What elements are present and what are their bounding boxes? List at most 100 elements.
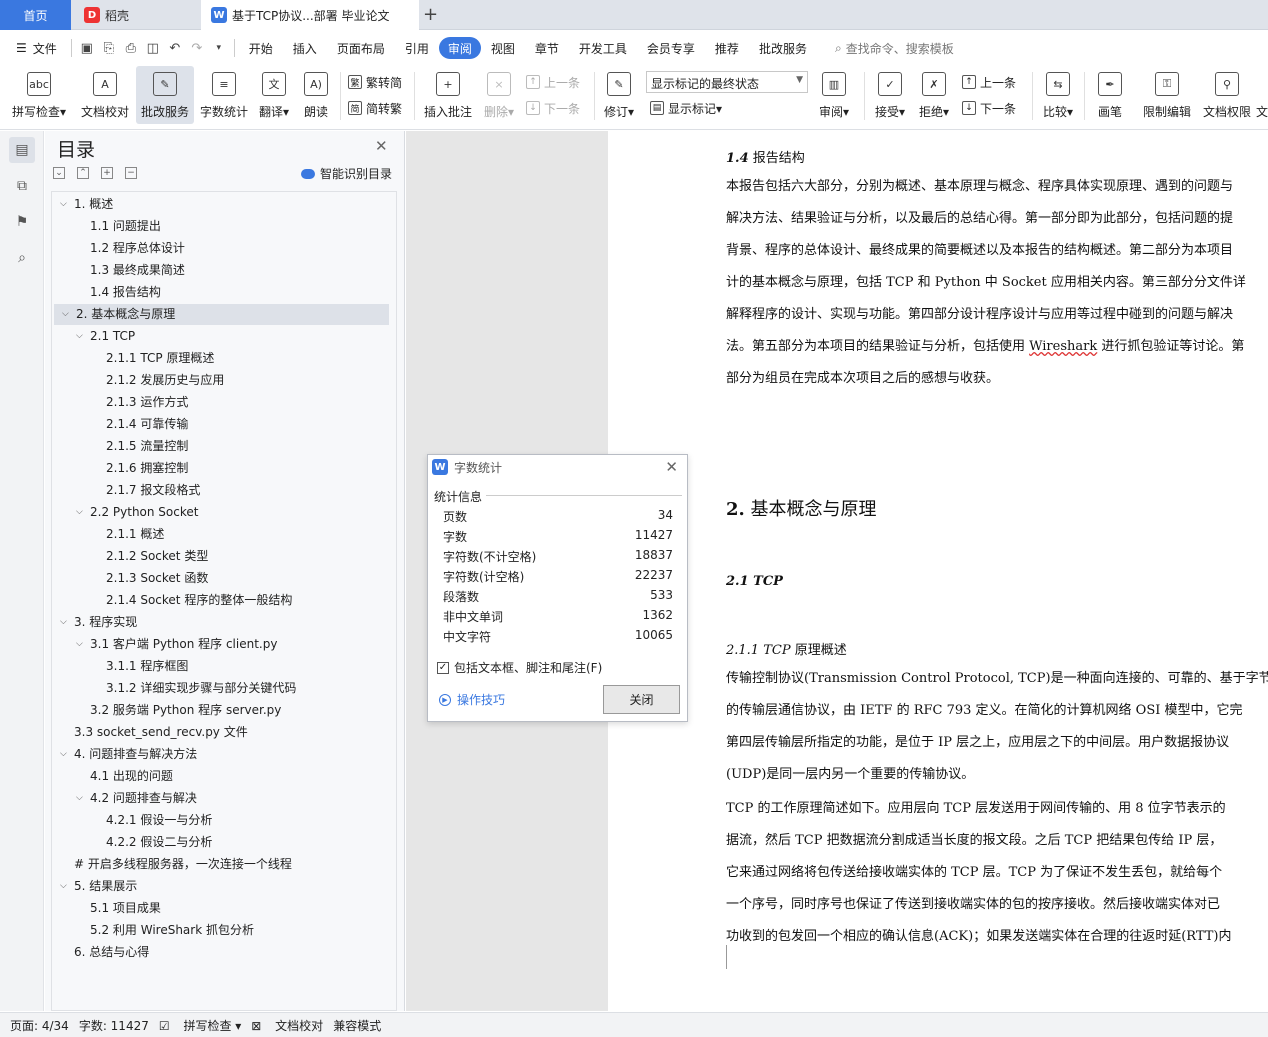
spelling-flagged-word[interactable]: Wireshark: [1029, 339, 1097, 354]
trad-to-simp-button[interactable]: 繁繁转简: [348, 72, 402, 92]
prev-comment-button[interactable]: ↑ 上一条: [526, 72, 580, 92]
chevron-down-icon[interactable]: ⌵: [60, 882, 69, 891]
restrict-edit-button[interactable]: ⚿ 限制编辑: [1140, 66, 1194, 124]
menu-item-6[interactable]: 章节: [525, 37, 569, 59]
undo-icon[interactable]: ↶: [164, 37, 186, 59]
expand-up-icon[interactable]: ⌃: [77, 167, 89, 179]
toc-item[interactable]: 2.1.4 可靠传输: [52, 414, 396, 435]
translate-button[interactable]: 文翻译▾: [254, 66, 294, 124]
command-search[interactable]: ⌕ 查找命令、搜索模板: [825, 37, 964, 59]
customize-dropdown-icon[interactable]: ▾: [208, 37, 230, 59]
menu-item-3[interactable]: 引用: [395, 37, 439, 59]
menu-item-1[interactable]: 插入: [283, 37, 327, 59]
chevron-down-icon[interactable]: ⌵: [60, 200, 69, 209]
save-icon[interactable]: ▣: [76, 37, 98, 59]
close-button[interactable]: 关闭: [603, 685, 680, 714]
next-comment-button[interactable]: ↓ 下一条: [526, 98, 580, 118]
toc-item[interactable]: 4.1 出现的问题: [52, 766, 396, 787]
review-service-button[interactable]: ✎ 批改服务: [136, 66, 194, 124]
review-pane-button[interactable]: ▥ 审阅▾: [814, 66, 854, 124]
markup-mode-select[interactable]: 显示标记的最终状态 ▼: [646, 71, 808, 93]
menu-item-9[interactable]: 推荐: [705, 37, 749, 59]
menu-item-2[interactable]: 页面布局: [327, 37, 395, 59]
toc-item[interactable]: 6. 总结与心得: [52, 942, 396, 963]
toc-item[interactable]: 2.1.4 Socket 程序的整体一般结构: [52, 590, 396, 611]
delete-comment-button[interactable]: × 删除▾: [480, 66, 518, 124]
toc-item[interactable]: 4.2.1 假设一与分析: [52, 810, 396, 831]
close-icon[interactable]: ✕: [665, 458, 678, 476]
print-icon[interactable]: ⎙: [120, 37, 142, 59]
toc-item[interactable]: 3.3 socket_send_recv.py 文件: [52, 722, 396, 743]
toc-item[interactable]: 1.3 最终成果简述: [52, 260, 396, 281]
smart-toc-button[interactable]: 智能识别目录: [301, 165, 392, 182]
toc-item[interactable]: ⌵ 4.2 问题排查与解决: [52, 788, 396, 809]
insert-comment-button[interactable]: + 插入批注: [420, 66, 476, 124]
read-aloud-button[interactable]: A) 朗读: [298, 66, 334, 124]
collapse-all-icon[interactable]: ⌄: [53, 167, 65, 179]
toc-item[interactable]: ⌵ 4. 问题排查与解决方法: [52, 744, 396, 765]
toc-item[interactable]: 2.1.3 运作方式: [52, 392, 396, 413]
menu-item-0[interactable]: 开始: [239, 37, 283, 59]
toc-item[interactable]: 2.1.1 TCP 原理概述: [52, 348, 396, 369]
toc-item[interactable]: 1.4 报告结构: [52, 282, 396, 303]
document-page[interactable]: 1.4 报告结构 本报告包括六大部分，分别为概述、基本原理与概念、程序具体实现原…: [608, 131, 1268, 1011]
prev-change-button[interactable]: ↑ 上一条: [962, 72, 1016, 92]
toc-item[interactable]: 2.1.6 拥塞控制: [52, 458, 396, 479]
tips-link[interactable]: ▶ 操作技巧: [439, 691, 505, 708]
menu-item-4[interactable]: 审阅: [438, 37, 481, 59]
menu-item-8[interactable]: 会员专享: [637, 37, 705, 59]
toc-item[interactable]: 2.1.2 Socket 类型: [52, 546, 396, 567]
chevron-down-icon[interactable]: ⌵: [60, 618, 69, 627]
doc-proofread-button[interactable]: A 文档校对: [76, 66, 134, 124]
toc-item[interactable]: 2.1.3 Socket 函数: [52, 568, 396, 589]
redo-icon[interactable]: ↷: [186, 37, 208, 59]
toc-item[interactable]: 2.1.2 发展历史与应用: [52, 370, 396, 391]
word-count-indicator[interactable]: 字数: 11427: [79, 1017, 149, 1034]
toc-item[interactable]: ⌵ 2.1 TCP: [52, 326, 396, 347]
word-count-button[interactable]: ≡ 字数统计: [196, 66, 252, 124]
accept-button[interactable]: ✓ 接受▾: [870, 66, 910, 124]
print-preview-icon[interactable]: ◫: [142, 37, 164, 59]
toc-item[interactable]: 1.1 问题提出: [52, 216, 396, 237]
toc-item[interactable]: 3.2 服务端 Python 程序 server.py: [52, 700, 396, 721]
page-indicator[interactable]: 页面: 4/34: [10, 1017, 69, 1034]
toc-item[interactable]: ⌵ 1. 概述: [52, 194, 396, 215]
toc-item[interactable]: ⌵ 3. 程序实现: [52, 612, 396, 633]
chevron-down-icon[interactable]: ⌵: [76, 794, 85, 803]
include-textbox-checkbox[interactable]: ✓ 包括文本框、脚注和尾注(F): [437, 659, 602, 676]
toc-item[interactable]: 2.1.7 报文段格式: [52, 480, 396, 501]
tab-home[interactable]: 首页: [0, 0, 71, 30]
toc-panel-icon[interactable]: ▤: [9, 137, 35, 163]
compare-button[interactable]: ⇆ 比较▾: [1038, 66, 1078, 124]
chevron-down-icon[interactable]: ⌵: [76, 332, 85, 341]
chevron-down-icon[interactable]: ⌵: [60, 750, 69, 759]
doc-permission-button[interactable]: ⚲ 文档权限: [1200, 66, 1254, 124]
export-pdf-icon[interactable]: ⎘: [98, 37, 120, 59]
toc-item[interactable]: 4.2.2 假设二与分析: [52, 832, 396, 853]
toc-item[interactable]: 2.1.1 概述: [52, 524, 396, 545]
close-icon[interactable]: ✕: [375, 137, 388, 155]
toc-item[interactable]: 2.1.5 流量控制: [52, 436, 396, 457]
track-changes-button[interactable]: ✎ 修订▾: [600, 66, 638, 124]
simp-to-trad-button[interactable]: 简简转繁: [348, 98, 402, 118]
new-tab-plus-icon[interactable]: +: [423, 4, 438, 25]
toc-item[interactable]: ⌵ 3.1 客户端 Python 程序 client.py: [52, 634, 396, 655]
toc-item[interactable]: 5.2 利用 WireShark 抓包分析: [52, 920, 396, 941]
menu-item-10[interactable]: 批改服务: [749, 37, 817, 59]
menu-item-7[interactable]: 开发工具: [569, 37, 637, 59]
tab-daoke[interactable]: D 稻壳: [72, 0, 200, 30]
toc-item[interactable]: # 开启多线程服务器，一次连接一个线程: [52, 854, 396, 875]
doc-more-button[interactable]: 文: [1256, 66, 1268, 124]
bookmark-icon[interactable]: ⚑: [9, 209, 35, 235]
proofread-status[interactable]: ⊠ 文档校对: [251, 1017, 323, 1034]
next-change-button[interactable]: ↓ 下一条: [962, 98, 1016, 118]
navigation-icon[interactable]: ⧉: [9, 173, 35, 199]
chevron-down-icon[interactable]: ⌵: [76, 640, 85, 649]
toc-item[interactable]: ⌵ 2. 基本概念与原理: [54, 304, 389, 325]
toc-item[interactable]: 3.1.2 详细实现步骤与部分关键代码: [52, 678, 396, 699]
dialog-titlebar[interactable]: W 字数统计: [428, 455, 687, 479]
menu-item-5[interactable]: 视图: [481, 37, 525, 59]
toc-item[interactable]: 3.1.1 程序框图: [52, 656, 396, 677]
tab-document[interactable]: W 基于TCP协议...部署 毕业论文: [201, 0, 419, 30]
show-markup-button[interactable]: ▤ 显示标记▾: [650, 98, 722, 118]
